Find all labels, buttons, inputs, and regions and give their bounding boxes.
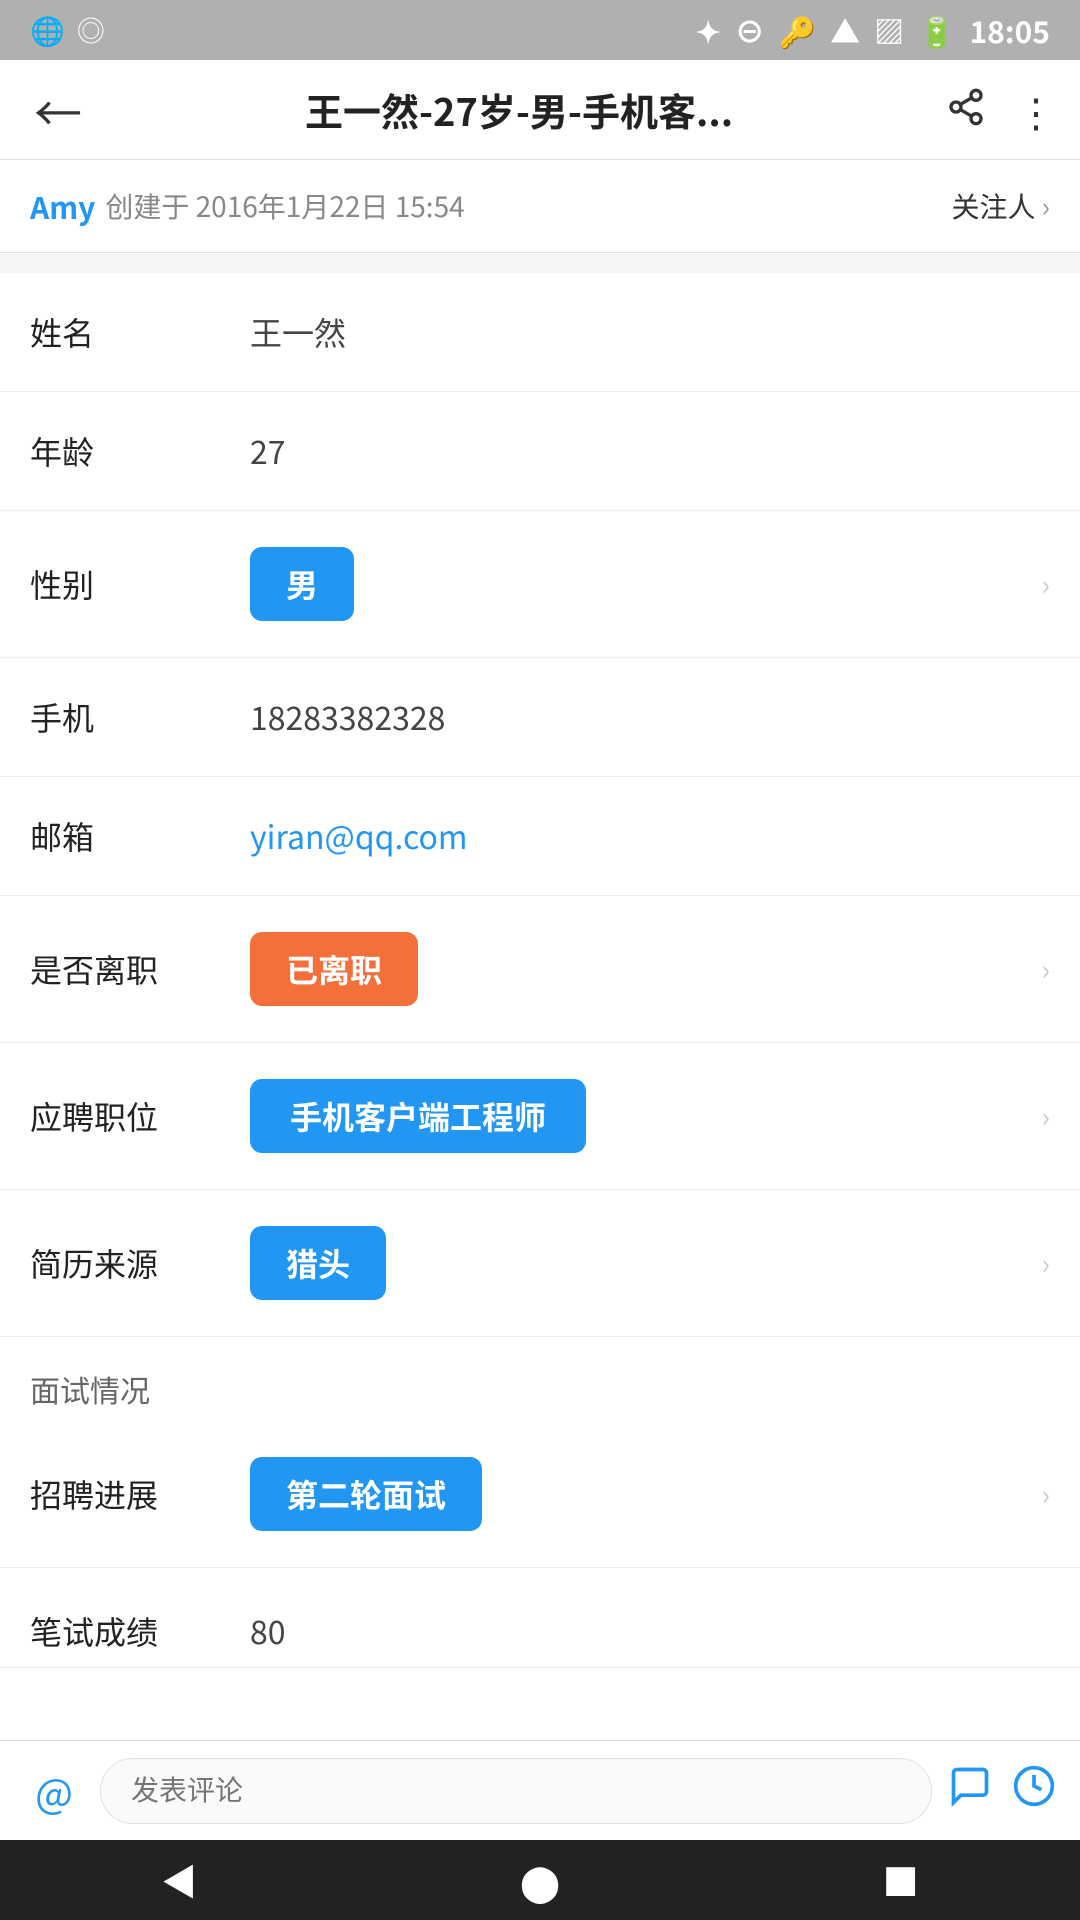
author-name: Amy [30, 184, 95, 228]
toolbar-actions: ⋮ [946, 81, 1056, 139]
value-email[interactable]: yiran@qq.com [230, 813, 1050, 859]
label-gender: 性别 [30, 561, 230, 607]
value-age: 27 [230, 428, 1050, 474]
key-icon: 🔑 [779, 8, 816, 52]
status-bar-left: 🌐 ◎ [30, 10, 105, 50]
share-button[interactable] [946, 81, 986, 139]
follow-chevron: › [1042, 186, 1050, 226]
follow-button[interactable]: 关注人 › [952, 186, 1050, 226]
resigned-tag[interactable]: 已离职 [250, 932, 418, 1006]
network-icon: 🌐 [30, 10, 65, 50]
label-email: 邮箱 [30, 813, 230, 859]
at-button[interactable]: @ [24, 1762, 84, 1820]
nav-bar: ◀ ⬤ ■ [0, 1840, 1080, 1920]
follow-label: 关注人 [952, 186, 1036, 226]
section-label-text: 面试情况 [30, 1367, 150, 1411]
label-source: 简历来源 [30, 1240, 230, 1286]
label-name: 姓名 [30, 309, 230, 355]
minus-circle-icon: ⊖ [735, 8, 765, 52]
field-resigned[interactable]: 是否离职 已离职 › [0, 896, 1080, 1043]
value-recruitment[interactable]: 第二轮面试 [230, 1457, 1042, 1531]
status-bar-right: ✦ ⊖ 🔑 ▲ ▨ 🔋 18:05 [696, 8, 1050, 52]
source-tag[interactable]: 猎头 [250, 1226, 386, 1300]
value-resigned[interactable]: 已离职 [230, 932, 1042, 1006]
recruitment-tag[interactable]: 第二轮面试 [250, 1457, 482, 1531]
content-area: 姓名 王一然 年龄 27 性别 男 › 手机 18283382328 邮箱 yi… [0, 273, 1080, 1920]
comment-input[interactable] [100, 1758, 932, 1824]
comment-bar: @ [0, 1740, 1080, 1840]
value-position[interactable]: 手机客户端工程师 [230, 1079, 1042, 1153]
field-phone: 手机 18283382328 [0, 658, 1080, 777]
sub-header-info: Amy 创建于 2016年1月22日 15:54 [30, 184, 465, 228]
field-source[interactable]: 简历来源 猎头 › [0, 1190, 1080, 1337]
label-resigned: 是否离职 [30, 946, 230, 992]
field-name: 姓名 王一然 [0, 273, 1080, 392]
nav-recent-button[interactable]: ■ [883, 1854, 919, 1906]
value-phone: 18283382328 [230, 694, 1050, 740]
clock-icon[interactable] [1012, 1762, 1056, 1820]
chat-icon[interactable] [948, 1762, 992, 1820]
field-recruitment[interactable]: 招聘进展 第二轮面试 › [0, 1421, 1080, 1568]
label-score: 笔试成绩 [30, 1608, 230, 1654]
label-position: 应聘职位 [30, 1093, 230, 1139]
page-title: 王一然-27岁-男-手机客... [112, 82, 926, 137]
field-age: 年龄 27 [0, 392, 1080, 511]
gender-tag[interactable]: 男 [250, 547, 354, 621]
value-name: 王一然 [230, 309, 1050, 355]
section-interview: 面试情况 [0, 1337, 1080, 1421]
source-chevron: › [1042, 1243, 1050, 1283]
comment-icon-group [948, 1762, 1056, 1820]
toolbar: ← 王一然-27岁-男-手机客... ⋮ [0, 60, 1080, 160]
nav-home-button[interactable]: ⬤ [520, 1854, 560, 1906]
time-display: 18:05 [969, 8, 1050, 52]
position-tag[interactable]: 手机客户端工程师 [250, 1079, 586, 1153]
gender-chevron: › [1042, 564, 1050, 604]
battery-icon: 🔋 [918, 8, 955, 52]
value-gender[interactable]: 男 [230, 547, 1042, 621]
position-chevron: › [1042, 1096, 1050, 1136]
back-button[interactable]: ← [24, 65, 92, 155]
label-age: 年龄 [30, 428, 230, 474]
bluetooth-icon: ✦ [696, 8, 721, 52]
label-recruitment: 招聘进展 [30, 1471, 230, 1517]
signal-icon: ◎ [77, 10, 105, 50]
sub-header: Amy 创建于 2016年1月22日 15:54 关注人 › [0, 160, 1080, 253]
more-button[interactable]: ⋮ [1016, 81, 1056, 139]
recruitment-chevron: › [1042, 1474, 1050, 1514]
nav-back-button[interactable]: ◀ [161, 1854, 197, 1906]
field-gender[interactable]: 性别 男 › [0, 511, 1080, 658]
field-position[interactable]: 应聘职位 手机客户端工程师 › [0, 1043, 1080, 1190]
value-score: 80 [230, 1608, 1050, 1654]
wifi-icon: ▲ [830, 8, 860, 52]
status-bar: 🌐 ◎ ✦ ⊖ 🔑 ▲ ▨ 🔋 18:05 [0, 0, 1080, 60]
label-phone: 手机 [30, 694, 230, 740]
sim-icon: ▨ [874, 8, 904, 52]
created-text: 创建于 2016年1月22日 15:54 [105, 186, 464, 226]
value-source[interactable]: 猎头 [230, 1226, 1042, 1300]
resigned-chevron: › [1042, 949, 1050, 989]
field-score-partial: 笔试成绩 80 [0, 1568, 1080, 1668]
field-email: 邮箱 yiran@qq.com [0, 777, 1080, 896]
